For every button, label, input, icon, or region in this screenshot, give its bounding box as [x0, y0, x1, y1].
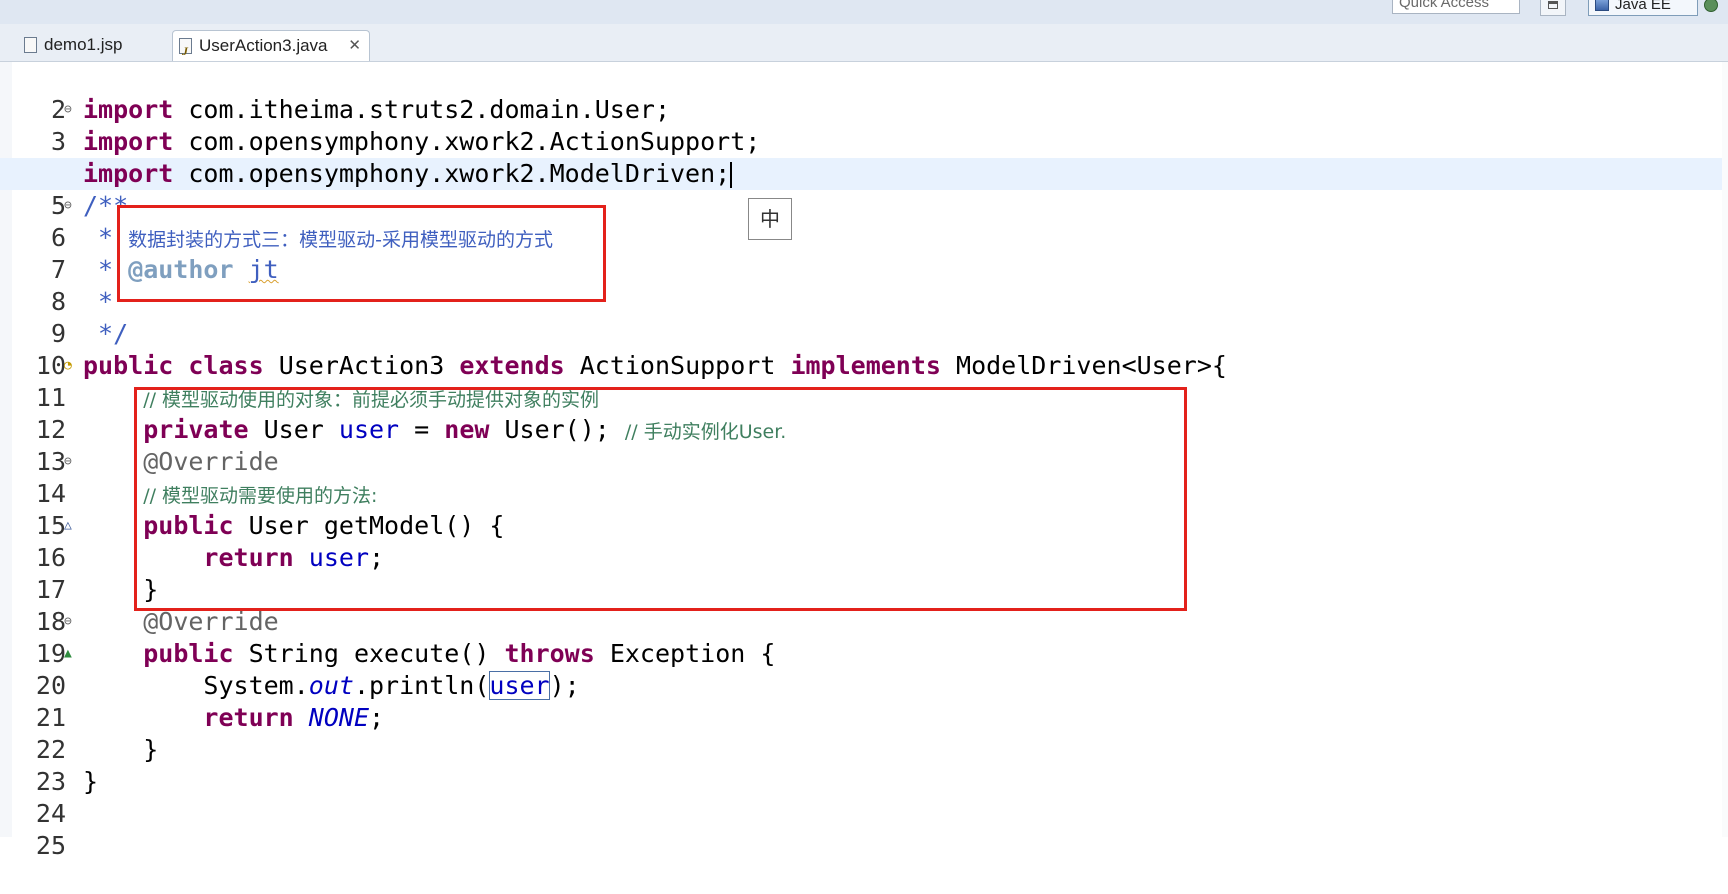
- code-text: }: [83, 767, 99, 796]
- quick-access-input[interactable]: Quick Access: [1392, 0, 1520, 14]
- code-line: 10 */: [0, 318, 1728, 380]
- keyword: throws: [504, 639, 595, 668]
- fold-collapse-icon[interactable]: ⊖: [64, 94, 78, 126]
- perspective-extra-icon[interactable]: [1704, 0, 1718, 12]
- editor-tab-bar: demo1.jsp UserAction3.java ✕: [0, 24, 1728, 66]
- code-text: UserAction3: [263, 351, 460, 380]
- tab-label: demo1.jsp: [44, 35, 123, 54]
- code-text: .println(: [353, 671, 490, 700]
- line-number: 25: [35, 831, 66, 860]
- fold-collapse-icon[interactable]: ⊖: [64, 446, 78, 478]
- code-line: 20 ▲ public String execute() throws Exce…: [0, 638, 1728, 700]
- code-line: 4 import com.opensymphony.xwork2.ActionS…: [0, 126, 1728, 188]
- tab-demo1-jsp[interactable]: demo1.jsp: [18, 30, 168, 61]
- override-marker-icon[interactable]: ▲: [64, 638, 78, 670]
- static-field: NONE: [308, 703, 370, 732]
- selected-identifier[interactable]: user: [489, 671, 550, 700]
- code-text: ActionSupport: [564, 351, 791, 380]
- highlight-box-model-driven: [134, 387, 1187, 611]
- code-line: 23 }: [0, 734, 1728, 796]
- code-text: );: [549, 671, 580, 700]
- implements-marker-icon[interactable]: △: [64, 510, 78, 542]
- keyword: extends: [459, 351, 565, 380]
- keyword: import: [83, 159, 174, 188]
- jsp-file-icon: [24, 37, 37, 53]
- code-line-current: 5 import com.opensymphony.xwork2.ModelDr…: [0, 158, 1728, 220]
- code-text: System.: [203, 671, 309, 700]
- keyword: class: [188, 351, 264, 380]
- warning-marker-icon[interactable]: ◔: [64, 350, 78, 382]
- code-text: }: [143, 735, 159, 764]
- javadoc-star: *: [83, 287, 114, 316]
- tab-useraction3-java[interactable]: UserAction3.java ✕: [172, 30, 370, 66]
- code-line: 24 }: [0, 766, 1728, 828]
- close-tab-icon[interactable]: ✕: [348, 31, 361, 61]
- fold-collapse-icon[interactable]: ⊖: [64, 190, 78, 222]
- tab-label: UserAction3.java: [199, 36, 328, 55]
- keyword: implements: [790, 351, 941, 380]
- keyword: return: [203, 703, 294, 732]
- perspective-javaee-button[interactable]: Java EE: [1588, 0, 1698, 16]
- keyword: public: [143, 639, 234, 668]
- code-text: ;: [369, 703, 385, 732]
- code-line: 22 return NONE;: [0, 702, 1728, 764]
- code-text: Exception {: [594, 639, 776, 668]
- javadoc-close: */: [83, 319, 129, 348]
- fold-collapse-icon[interactable]: ⊖: [64, 606, 78, 638]
- keyword: import: [83, 127, 174, 156]
- java-file-icon: [179, 36, 192, 66]
- code-line: 21 System.out.println(user);: [0, 670, 1728, 732]
- static-field: out: [308, 671, 354, 700]
- code-text: com.itheima.struts2.domain.User;: [173, 95, 671, 124]
- annotation: @Override: [143, 607, 279, 636]
- code-text: ModelDriven<User>{: [940, 351, 1227, 380]
- code-line: 25: [0, 798, 1728, 860]
- overview-ruler[interactable]: [1722, 62, 1728, 837]
- code-line: 3 ⊖ import com.itheima.struts2.domain.Us…: [0, 94, 1728, 156]
- highlight-box-javadoc: [117, 205, 606, 302]
- keyword: public: [83, 351, 174, 380]
- open-perspective-icon[interactable]: [1540, 0, 1566, 16]
- text-caret: [730, 162, 733, 188]
- javaee-perspective-icon: [1595, 0, 1609, 11]
- top-toolbar: Quick Access Java EE: [0, 0, 1728, 24]
- code-line: 11 ◔ public class UserAction3 extends Ac…: [0, 350, 1728, 412]
- perspective-label: Java EE: [1615, 0, 1671, 13]
- code-text: com.opensymphony.xwork2.ActionSupport;: [173, 127, 761, 156]
- code-text: String execute(): [233, 639, 505, 668]
- keyword: import: [83, 95, 174, 124]
- ime-indicator: 中: [748, 198, 792, 240]
- code-text: com.opensymphony.xwork2.ModelDriven;: [173, 159, 731, 188]
- code-line: 2: [0, 62, 1728, 124]
